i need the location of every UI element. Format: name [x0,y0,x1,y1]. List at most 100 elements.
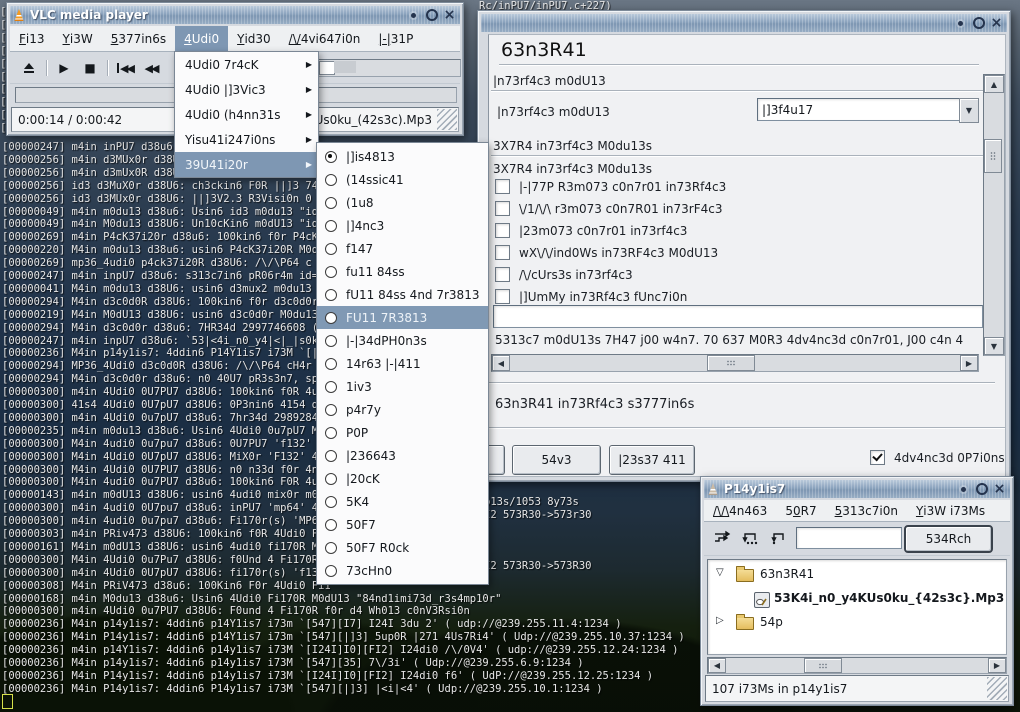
interface-module-combobox[interactable] [757,98,967,121]
equalizer-preset-item[interactable]: 73cHn0 [317,559,488,582]
minimize-icon[interactable] [956,482,971,496]
volume-slider-thumb[interactable] [319,61,335,75]
menu-31p[interactable]: |-|31P [369,26,422,51]
repeat-one-button[interactable] [766,527,790,549]
equalizer-preset-item[interactable]: 50F7 [317,513,488,536]
radio-icon[interactable] [325,496,337,508]
scroll-up-icon[interactable]: ▲ [984,75,1004,93]
checkbox[interactable] [495,179,510,194]
audio-menu-item[interactable]: 4Udi0 (h4nn31s▶ [175,102,318,127]
equalizer-preset-item[interactable]: f147 [317,237,488,260]
radio-icon[interactable] [325,450,337,462]
equalizer-preset-item[interactable]: (1u8 [317,191,488,214]
checkbox[interactable] [495,267,510,282]
equalizer-preset-item[interactable]: p4r7y [317,398,488,421]
menu-yid30[interactable]: Yid30 [228,26,280,51]
scroll-down-icon[interactable]: ▼ [984,337,1004,355]
radio-icon[interactable] [325,565,337,577]
scroll-right-icon[interactable]: ▶ [960,355,978,371]
equalizer-preset-item[interactable]: P0P [317,421,488,444]
previous-button[interactable]: ◀◀ [112,57,138,79]
extra-module-option[interactable]: |]UmMy in73Rf4c3 fUnc7i0n [495,289,687,304]
advanced-options-checkbox[interactable] [870,450,885,465]
playlist-titlebar[interactable]: P14y1is7 × [704,480,1010,498]
scrollbar-thumb[interactable] [707,355,755,371]
resize-grip[interactable] [987,677,1007,700]
repeat-all-button[interactable] [738,527,762,549]
eject-button[interactable] [16,57,42,79]
radio-icon[interactable] [325,220,337,232]
audio-menu-item[interactable]: 39U41i20r▶ [175,152,318,177]
main-titlebar[interactable]: VLC media player × [10,6,460,24]
equalizer-preset-item[interactable]: |236643 [317,444,488,467]
resize-grip[interactable] [437,109,457,130]
audio-menu-item[interactable]: Yisu41i247i0ns▶ [175,127,318,152]
checkbox[interactable] [495,245,510,260]
equalizer-preset-item[interactable]: fu11 84ss [317,260,488,283]
collapse-icon[interactable]: ▽ [716,567,724,578]
minimize-icon[interactable] [406,8,421,22]
playlist-horizontal-scrollbar[interactable]: ◀ ▶ [707,657,1007,674]
scrollbar-thumb[interactable] [804,658,842,673]
preferences-titlebar[interactable]: × [481,14,1007,32]
save-button[interactable]: 54v3 [512,445,601,475]
radio-icon[interactable] [325,381,337,393]
menu-yi3w[interactable]: Yi3W [54,26,102,51]
advanced-options-toggle[interactable]: 4dv4nc3d 0P7i0ns [870,450,1005,465]
equalizer-preset-item[interactable]: 5K4 [317,490,488,513]
checkbox[interactable] [495,289,510,304]
equalizer-preset-item[interactable]: |-|34dPH0n3s [317,329,488,352]
close-icon[interactable]: × [442,8,457,22]
maximize-icon[interactable] [971,16,986,30]
playlist-menu-5313c7i0n[interactable]: 5313c7i0n [826,500,907,521]
stop-button[interactable]: ■ [77,57,103,79]
extra-module-option[interactable]: \/1/\/\ r3m073 c0n7R01 in73rF4c3 [495,201,723,216]
equalizer-preset-item[interactable]: 1iv3 [317,375,488,398]
equalizer-preset-item[interactable]: (14ssic41 [317,168,488,191]
radio-icon[interactable] [325,312,337,324]
radio-icon[interactable] [325,473,337,485]
close-icon[interactable]: × [989,16,1004,30]
radio-icon[interactable] [325,266,337,278]
horizontal-scrollbar[interactable]: ◀ ▶ [491,354,979,372]
radio-icon[interactable] [325,174,337,186]
scroll-left-icon[interactable]: ◀ [708,658,726,673]
volume-slider[interactable] [313,59,461,77]
playlist-menu-4n463[interactable]: /\/\4n463 [704,500,776,521]
equalizer-preset-item[interactable]: |]4nc3 [317,214,488,237]
maximize-icon[interactable] [974,482,989,496]
equalizer-preset-item[interactable]: 50F7 R0ck [317,536,488,559]
vertical-scrollbar[interactable]: ▲ ▼ [983,74,1005,356]
checkbox[interactable] [495,223,510,238]
playlist-tree-row[interactable]: 53K4i_n0_y4KUs0ku_{42s3c}.Mp3 [708,588,1006,610]
radio-icon[interactable] [325,427,337,439]
radio-icon[interactable] [325,243,337,255]
rewind-button[interactable]: ◀◀ [138,57,164,79]
audio-menu-item[interactable]: 4Udi0 |]3Vic3▶ [175,77,318,102]
play-button[interactable]: ▶ [51,57,77,79]
playlist-menu-50r7[interactable]: 50R7 [776,500,825,521]
extra-module-option[interactable]: |23m073 c0n7r01 in73rf4c3 [495,223,687,238]
radio-icon[interactable] [325,542,337,554]
radio-icon[interactable] [325,289,337,301]
radio-icon[interactable] [325,519,337,531]
playlist-tree-row[interactable]: ▷54p [708,612,1006,634]
reset-all-button[interactable]: |23s37 411 [609,445,695,475]
menu-fi13[interactable]: Fi13 [10,26,54,51]
scrollbar-thumb[interactable] [984,139,1002,173]
combobox-dropdown-icon[interactable]: ▼ [959,98,979,123]
radio-icon[interactable] [325,335,337,347]
equalizer-preset-item[interactable]: 14r63 |-|411 [317,352,488,375]
equalizer-preset-item[interactable]: |20cK [317,467,488,490]
extra-module-option[interactable]: /\/cUrs3s in73rf4c3 [495,267,633,282]
menu-4vi647i0n[interactable]: /\/4vi647i0n [280,26,370,51]
playlist-menu-yi3wi73ms[interactable]: Yi3W i73Ms [907,500,994,521]
audio-menu-item[interactable]: 4Udi0 7r4cK▶ [175,52,318,77]
menu-4udi0[interactable]: 4Udi0 [175,26,228,51]
maximize-icon[interactable] [424,8,439,22]
scroll-left-icon[interactable]: ◀ [492,355,510,371]
menu-5377in6s[interactable]: 5377in6s [102,26,175,51]
radio-icon[interactable] [325,358,337,370]
minimize-icon[interactable] [953,16,968,30]
equalizer-preset-item[interactable]: fU11 84ss 4nd 7r3813 [317,283,488,306]
